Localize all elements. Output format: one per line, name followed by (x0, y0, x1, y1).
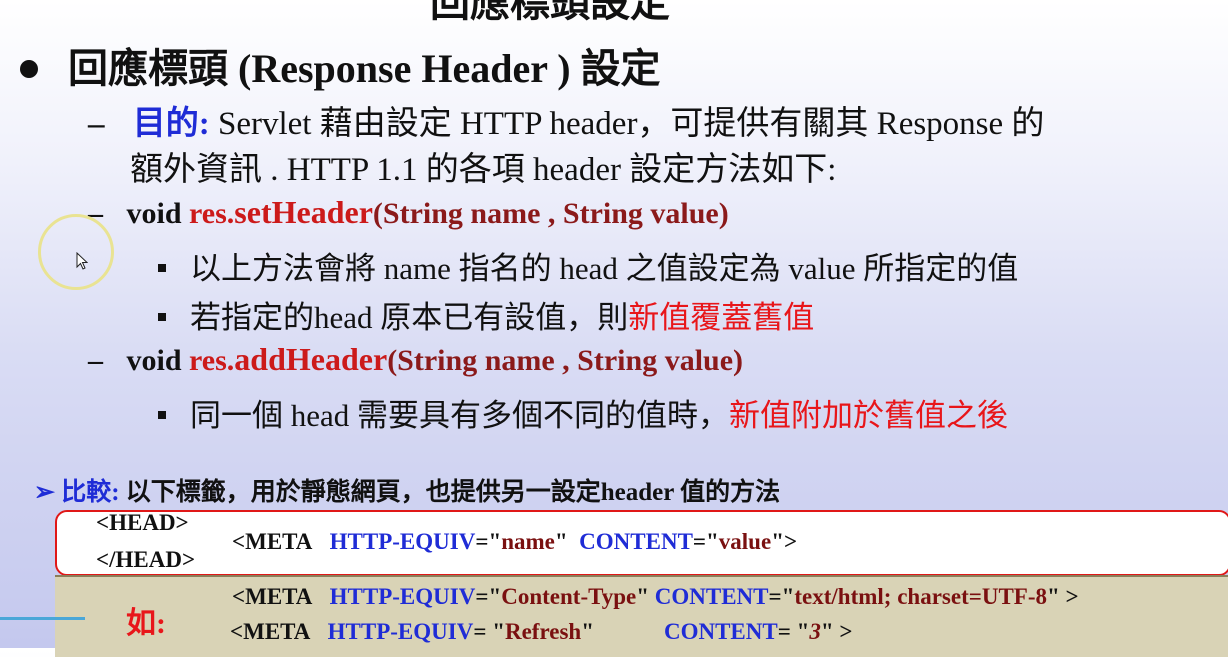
meta-open: <META (232, 584, 313, 609)
equals-quote: =" (768, 584, 795, 609)
http-equiv-keyword: HTTP-EQUIV (329, 584, 476, 609)
purpose-label: 目的: (132, 106, 210, 142)
bullet-dot-icon (20, 59, 38, 78)
add-header-signature: – void res.addHeader(String name , Strin… (88, 341, 743, 378)
equals-quote: =" (475, 529, 502, 554)
content-keyword: CONTENT (654, 584, 769, 609)
square-bullet-icon (158, 263, 166, 272)
main-heading: 回應標頭 (Response Header ) 設定 (20, 36, 661, 94)
example-label: 如: (126, 607, 166, 640)
close-tag: " > (820, 619, 853, 644)
quote: " (554, 529, 568, 554)
void-keyword: void (126, 197, 190, 230)
content-keyword: CONTENT (579, 529, 693, 554)
http-equiv-keyword: HTTP-EQUIV (329, 529, 476, 554)
void-keyword: void (126, 344, 190, 377)
compare-text: 以下標籤，用於靜態網頁，也提供另一設定header 值的方法 (119, 479, 781, 506)
bullet-text: 同一個 head 需要具有多個不同的值時， (190, 398, 730, 433)
set-header-method: setHeader (234, 194, 373, 230)
value-value: value (718, 529, 772, 554)
purpose-line1: – 目的: Servlet 藉由設定 HTTP header，可提供有關其 Re… (88, 96, 1044, 144)
square-bullet-icon (158, 410, 166, 419)
res-object: res. (189, 197, 235, 230)
heading-text: 回應標頭 (Response Header ) 設定 (68, 46, 661, 91)
set-header-bullet-2: 若指定的head 原本已有設值，則新值覆蓋舊值 (158, 292, 814, 337)
name-value: name (501, 529, 555, 554)
close-tag: " > (1047, 584, 1079, 609)
refresh-value: 3 (809, 619, 821, 644)
content-type-name: Content-Type (501, 584, 637, 609)
bullet-text: 若指定的head 原本已有設值，則 (190, 300, 629, 335)
set-header-bullet-1: 以上方法會將 name 指名的 head 之值設定為 value 所指定的值 (158, 243, 1018, 288)
square-bullet-icon (158, 312, 166, 321)
equals-quote: = " (777, 619, 810, 644)
quote: " (636, 584, 650, 609)
http-equiv-keyword: HTTP-EQUIV (327, 619, 474, 644)
add-header-params: (String name , String value) (387, 344, 744, 377)
meta-refresh-line: <META HTTP-EQUIV= "Refresh" CONTENT= "3" … (230, 619, 852, 645)
compare-label: 比較: (61, 479, 120, 506)
equals-quote: =" (692, 529, 719, 554)
head-open-tag: <HEAD> (96, 510, 189, 535)
add-header-method: addHeader (234, 341, 388, 377)
refresh-name: Refresh (504, 619, 582, 644)
set-header-signature: – void res.setHeader(String name , Strin… (88, 194, 729, 231)
set-header-params: (String name , String value) (372, 197, 729, 230)
compare-line: ➢ 比較: 以下標籤，用於靜態網頁，也提供另一設定header 值的方法 (34, 472, 780, 508)
purpose-line2: 額外資訊 . HTTP 1.1 的各項 header 設定方法如下: (130, 152, 837, 188)
progress-accent-line (0, 617, 85, 620)
bullet-highlight: 新值覆蓋舊值 (628, 300, 815, 335)
bullet-highlight: 新值附加於舊值之後 (729, 398, 1009, 433)
meta-open: <META (230, 619, 311, 644)
mouse-pointer-icon (76, 252, 88, 270)
meta-generic-line: <META HTTP-EQUIV="name" CONTENT="value"> (232, 529, 797, 555)
equals-quote: = " (473, 619, 505, 644)
meta-open: <META (232, 529, 313, 554)
bullet-text: 以上方法會將 name 指名的 head 之值設定為 value 所指定的值 (190, 251, 1019, 286)
content-keyword: CONTENT (663, 619, 778, 644)
close-tag: "> (771, 529, 798, 554)
res-object: res. (189, 344, 235, 377)
equals-quote: =" (475, 584, 502, 609)
dash-marker: – (88, 106, 105, 142)
dash-marker: – (88, 344, 103, 377)
slide-top-title-cut: 回應標頭設定 (430, 0, 670, 25)
quote: " (581, 619, 594, 644)
meta-content-type-line: <META HTTP-EQUIV="Content-Type" CONTENT=… (232, 584, 1079, 610)
purpose-text-1: Servlet 藉由設定 HTTP header，可提供有關其 Response… (209, 106, 1045, 142)
arrow-bullet-icon: ➢ (34, 479, 55, 506)
charset-value: text/html; charset=UTF-8 (794, 584, 1048, 609)
head-close-tag: </HEAD> (96, 547, 196, 572)
add-header-bullet-1: 同一個 head 需要具有多個不同的值時，新值附加於舊值之後 (158, 390, 1008, 435)
